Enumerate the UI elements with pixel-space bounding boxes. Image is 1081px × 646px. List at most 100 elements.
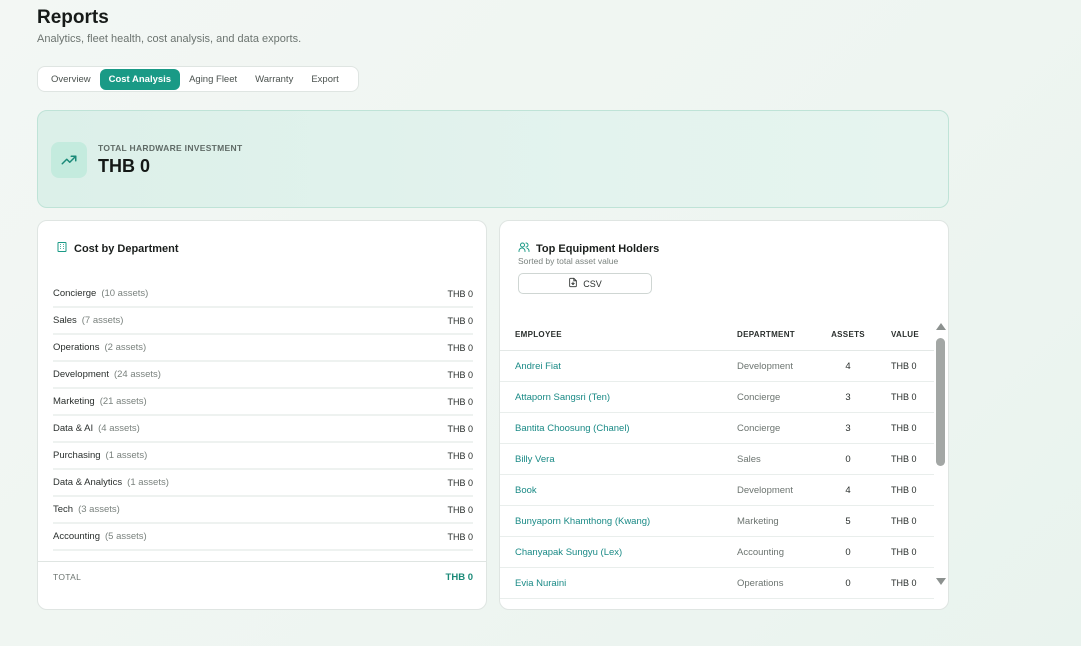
department-cost: THB 0 [447, 450, 473, 461]
top-equipment-holders-card: Top Equipment Holders Sorted by total as… [499, 220, 949, 610]
employee-department: Sales [737, 453, 761, 465]
employee-department: Development [737, 484, 793, 496]
employee-asset-count: 5 [845, 515, 851, 527]
list-item: Purchasing (1 assets) THB 0 [53, 443, 473, 470]
department-asset-count: (10 assets) [101, 288, 149, 299]
employee-link[interactable]: Book [500, 485, 737, 496]
department-asset-count: (24 assets) [113, 369, 161, 380]
scroll-down-arrow-icon[interactable] [936, 578, 946, 585]
department-asset-count: (4 assets) [98, 423, 140, 434]
csv-export-button[interactable]: CSV [518, 273, 652, 294]
top-holders-title: Top Equipment Holders [536, 242, 660, 255]
table-row: Attaporn Sangsri (Ten) Concierge 3 THB 0 [500, 382, 934, 413]
employee-asset-count: 4 [845, 360, 851, 372]
department-cost: THB 0 [447, 288, 473, 299]
list-item: Tech (3 assets) THB 0 [53, 497, 473, 524]
employee-asset-count: 4 [845, 484, 851, 496]
tab-export[interactable]: Export [302, 69, 347, 90]
employee-value: THB 0 [891, 454, 917, 464]
employee-value: THB 0 [891, 485, 917, 495]
employee-link[interactable]: Bunyaporn Khamthong (Kwang) [500, 516, 737, 527]
column-header-assets[interactable]: ASSETS [820, 330, 876, 339]
list-item: Accounting (5 assets) THB 0 [53, 524, 473, 551]
report-tabs: Overview Cost Analysis Aging Fleet Warra… [37, 66, 359, 92]
department-name: Sales [53, 315, 77, 326]
list-item: Concierge (10 assets) THB 0 [53, 281, 473, 308]
employee-asset-count: 3 [845, 391, 851, 403]
department-name: Operations [53, 342, 100, 353]
employee-department: Concierge [737, 422, 781, 434]
table-row: Andrei Fiat Development 4 THB 0 [500, 351, 934, 382]
employee-asset-count: 3 [845, 422, 851, 434]
tab-warranty[interactable]: Warranty [246, 69, 302, 90]
tab-cost-analysis[interactable]: Cost Analysis [99, 68, 181, 90]
total-investment-card: TOTAL HARDWARE INVESTMENT THB 0 [37, 110, 949, 208]
top-holders-subtitle: Sorted by total asset value [518, 256, 619, 266]
department-name: Marketing [53, 396, 95, 407]
holders-table: EMPLOYEE DEPARTMENT ASSETS VALUE Andrei … [500, 319, 934, 599]
department-cost: THB 0 [447, 531, 473, 542]
employee-value: THB 0 [891, 547, 917, 557]
trending-up-icon [51, 142, 87, 178]
employee-value: THB 0 [891, 361, 917, 371]
list-item: Development (24 assets) THB 0 [53, 362, 473, 389]
employee-value: THB 0 [891, 578, 917, 588]
column-header-department[interactable]: DEPARTMENT [737, 330, 820, 339]
cost-by-department-card: Cost by Department Concierge (10 assets) T… [37, 220, 487, 610]
csv-button-label: CSV [583, 278, 602, 289]
employee-asset-count: 0 [845, 453, 851, 465]
tab-aging-fleet[interactable]: Aging Fleet [180, 69, 246, 90]
page-subtitle: Analytics, fleet health, cost analysis, … [37, 33, 302, 45]
employee-department: Accounting [737, 546, 785, 558]
department-cost: THB 0 [447, 504, 473, 515]
department-cost: THB 0 [447, 477, 473, 488]
employee-link[interactable]: Chanyapak Sungyu (Lex) [500, 547, 737, 558]
holders-table-scrollbar[interactable] [935, 323, 947, 588]
department-asset-count: (2 assets) [104, 342, 147, 353]
tab-overview[interactable]: Overview [42, 69, 100, 90]
table-header: EMPLOYEE DEPARTMENT ASSETS VALUE [500, 319, 934, 351]
department-name: Data & Analytics [53, 477, 123, 488]
department-cost: THB 0 [447, 396, 473, 407]
table-row: Billy Vera Sales 0 THB 0 [500, 444, 934, 475]
users-icon [518, 241, 530, 256]
employee-value: THB 0 [891, 392, 917, 402]
employee-link[interactable]: Evia Nuraini [500, 578, 737, 589]
employee-department: Marketing [737, 515, 779, 527]
employee-value: THB 0 [891, 516, 917, 526]
employee-value: THB 0 [891, 423, 917, 433]
department-asset-count: (5 assets) [105, 531, 147, 542]
department-name: Accounting [53, 531, 101, 542]
list-item: Data & Analytics (1 assets) THB 0 [53, 470, 473, 497]
total-label: TOTAL [53, 572, 82, 582]
total-investment-value: THB 0 [98, 156, 151, 176]
list-item: Data & AI (4 assets) THB 0 [53, 416, 473, 443]
employee-link[interactable]: Attaporn Sangsri (Ten) [500, 392, 737, 403]
list-item: Marketing (21 assets) THB 0 [53, 389, 473, 416]
department-total-row: TOTAL THB 0 [38, 561, 486, 583]
list-item: Sales (7 assets) THB 0 [53, 308, 473, 335]
column-header-value[interactable]: VALUE [876, 330, 934, 339]
top-holders-header: Top Equipment Holders [518, 241, 659, 256]
employee-link[interactable]: Billy Vera [500, 454, 737, 465]
page-title: Reports [37, 7, 109, 28]
department-asset-count: (1 assets) [105, 450, 148, 461]
scroll-up-arrow-icon[interactable] [936, 323, 946, 330]
department-asset-count: (1 assets) [127, 477, 169, 488]
department-cost: THB 0 [447, 423, 473, 434]
department-asset-count: (21 assets) [99, 396, 147, 407]
department-name: Purchasing [53, 450, 101, 461]
employee-link[interactable]: Bantita Choosung (Chanel) [500, 423, 737, 434]
department-name: Development [53, 369, 109, 380]
total-value: THB 0 [445, 572, 473, 583]
department-cost: THB 0 [447, 315, 473, 326]
employee-department: Operations [737, 577, 784, 589]
list-item: Operations (2 assets) THB 0 [53, 335, 473, 362]
employee-asset-count: 0 [845, 546, 851, 558]
department-cost: THB 0 [447, 342, 473, 353]
column-header-employee[interactable]: EMPLOYEE [500, 330, 737, 339]
scrollbar-thumb[interactable] [936, 338, 945, 466]
table-row: Book Development 4 THB 0 [500, 475, 934, 506]
employee-link[interactable]: Andrei Fiat [500, 361, 737, 372]
department-name: Concierge [53, 288, 97, 299]
